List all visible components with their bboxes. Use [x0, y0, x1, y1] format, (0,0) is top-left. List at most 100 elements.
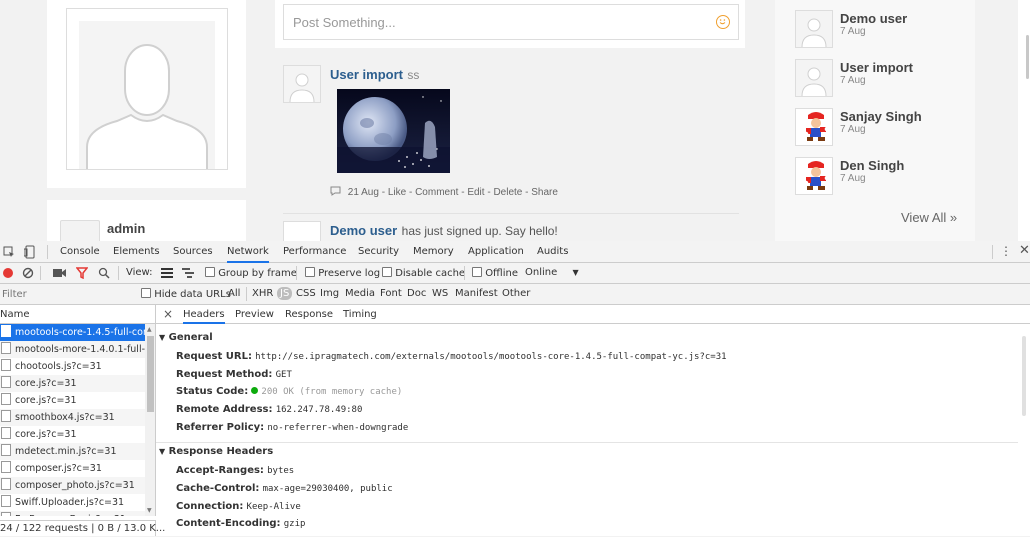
- device-toolbar-icon[interactable]: [24, 245, 36, 259]
- more-options-icon[interactable]: ⋮: [1000, 244, 1012, 258]
- request-row[interactable]: Fx.ProgressBar.js?c=31: [0, 511, 145, 516]
- request-row[interactable]: core.js?c=31: [0, 392, 145, 409]
- request-row[interactable]: core.js?c=31: [0, 426, 145, 443]
- member-avatar[interactable]: [795, 108, 833, 146]
- member-name[interactable]: Den Singh: [840, 158, 904, 173]
- tab-console[interactable]: Console: [60, 241, 100, 263]
- filter-type-img[interactable]: Img: [320, 288, 339, 299]
- filter-icon[interactable]: [76, 267, 88, 279]
- tab-sources[interactable]: Sources: [173, 241, 213, 263]
- post-composer[interactable]: [283, 4, 739, 40]
- preserve-log-checkbox[interactable]: Preserve log: [305, 267, 380, 279]
- like-link[interactable]: Like: [388, 187, 406, 198]
- camera-icon[interactable]: [53, 268, 66, 278]
- response-headers-section-header[interactable]: ▼ Response Headers: [156, 443, 1030, 461]
- disable-cache-checkbox[interactable]: Disable cache: [382, 267, 465, 279]
- member-name[interactable]: User import: [840, 60, 913, 75]
- tab-elements[interactable]: Elements: [113, 241, 160, 263]
- feed-author-link[interactable]: Demo user: [330, 223, 397, 238]
- detail-tab-headers[interactable]: Headers: [183, 305, 225, 324]
- filter-type-other[interactable]: Other: [502, 288, 530, 299]
- toolbar-separator: [296, 266, 297, 280]
- share-link[interactable]: Share: [531, 187, 558, 198]
- header-value[interactable]: gzip: [284, 519, 306, 529]
- offline-checkbox[interactable]: Offline: [472, 267, 518, 279]
- scroll-down-icon[interactable]: ▼: [147, 507, 152, 514]
- filter-type-doc[interactable]: Doc: [407, 288, 426, 299]
- detail-tab-preview[interactable]: Preview: [235, 305, 274, 324]
- close-icon[interactable]: ✕: [1019, 243, 1030, 258]
- view-all-link[interactable]: View All »: [901, 210, 957, 225]
- filter-type-all[interactable]: All: [228, 288, 240, 299]
- member-avatar[interactable]: [795, 157, 833, 195]
- group-by-frame-checkbox[interactable]: Group by frame: [205, 267, 297, 279]
- header-value[interactable]: GET: [276, 370, 292, 380]
- details-scroll-thumb[interactable]: [1022, 336, 1026, 416]
- request-row[interactable]: composer_photo.js?c=31: [0, 477, 145, 494]
- tab-security[interactable]: Security: [358, 241, 399, 263]
- member-avatar[interactable]: [795, 59, 833, 97]
- record-icon[interactable]: [3, 268, 13, 278]
- request-list-scroll-thumb[interactable]: [147, 336, 154, 412]
- comment-link[interactable]: Comment: [415, 187, 458, 198]
- filter-type-ws[interactable]: WS: [432, 288, 448, 299]
- details-scrollbar[interactable]: [1018, 324, 1030, 536]
- clear-icon[interactable]: [22, 267, 34, 279]
- filter-type-media[interactable]: Media: [345, 288, 375, 299]
- admin-name[interactable]: admin: [107, 221, 145, 236]
- tab-performance[interactable]: Performance: [283, 241, 346, 263]
- request-row[interactable]: chootools.js?c=31: [0, 358, 145, 375]
- header-value[interactable]: Keep-Alive: [247, 502, 301, 512]
- member-name[interactable]: Demo user: [840, 11, 907, 26]
- member-name[interactable]: Sanjay Singh: [840, 109, 922, 124]
- search-icon[interactable]: [98, 267, 110, 279]
- request-row[interactable]: composer.js?c=31: [0, 460, 145, 477]
- scroll-up-icon[interactable]: ▲: [147, 326, 152, 333]
- member-avatar[interactable]: [795, 10, 833, 48]
- header-value[interactable]: max-age=29030400, public: [263, 484, 393, 494]
- filter-type-font[interactable]: Font: [380, 288, 402, 299]
- request-row[interactable]: smoothbox4.js?c=31: [0, 409, 145, 426]
- header-value[interactable]: 162.247.78.49:80: [276, 405, 363, 415]
- close-details-icon[interactable]: ×: [163, 307, 173, 321]
- inspect-element-icon[interactable]: [3, 246, 15, 258]
- post-input[interactable]: [284, 5, 702, 39]
- tab-memory[interactable]: Memory: [413, 241, 454, 263]
- name-column-header[interactable]: Name: [0, 305, 156, 324]
- feed-author-link[interactable]: User import: [330, 67, 403, 82]
- emoji-icon[interactable]: [716, 15, 730, 29]
- header-value[interactable]: no-referrer-when-downgrade: [267, 423, 408, 433]
- detail-tab-response[interactable]: Response: [285, 305, 333, 324]
- request-row[interactable]: Swiff.Uploader.js?c=31: [0, 494, 145, 511]
- page-scrollbar-thumb[interactable]: [1026, 35, 1029, 79]
- profile-photo[interactable]: [66, 8, 228, 170]
- request-row[interactable]: mootools-more-1.4.0.1-full-c...: [0, 341, 145, 358]
- overview-icon[interactable]: [182, 268, 194, 278]
- edit-link[interactable]: Edit: [467, 187, 484, 198]
- request-row[interactable]: mdetect.min.js?c=31: [0, 443, 145, 460]
- tab-network[interactable]: Network: [227, 241, 269, 263]
- general-section-header[interactable]: ▼ General: [156, 329, 1030, 347]
- request-row[interactable]: core.js?c=31: [0, 375, 145, 392]
- detail-tab-timing[interactable]: Timing: [343, 305, 377, 324]
- header-value[interactable]: http://se.ipragmatech.com/externals/moot…: [255, 352, 726, 362]
- filter-type-manifest[interactable]: Manifest: [455, 288, 498, 299]
- feed-avatar[interactable]: [283, 65, 321, 103]
- throttling-select[interactable]: Online ▼: [525, 267, 579, 278]
- request-name: core.js?c=31: [15, 429, 77, 440]
- admin-avatar[interactable]: [60, 220, 100, 241]
- delete-link[interactable]: Delete: [493, 187, 522, 198]
- filter-type-xhr[interactable]: XHR: [252, 288, 273, 299]
- filter-input[interactable]: [0, 286, 132, 302]
- filter-type-css[interactable]: CSS: [296, 288, 316, 299]
- filter-type-js[interactable]: JS: [277, 287, 293, 300]
- request-row[interactable]: mootools-core-1.4.5-full-com...: [0, 324, 145, 341]
- hide-data-urls-checkbox[interactable]: Hide data URLs: [141, 288, 231, 300]
- feed-avatar[interactable]: [283, 221, 321, 241]
- tab-audits[interactable]: Audits: [537, 241, 568, 263]
- tab-application[interactable]: Application: [468, 241, 524, 263]
- feed-photo[interactable]: [337, 89, 450, 173]
- large-rows-icon[interactable]: [161, 268, 173, 278]
- header-value[interactable]: 200 OK (from memory cache): [261, 387, 402, 397]
- header-value[interactable]: bytes: [267, 466, 294, 476]
